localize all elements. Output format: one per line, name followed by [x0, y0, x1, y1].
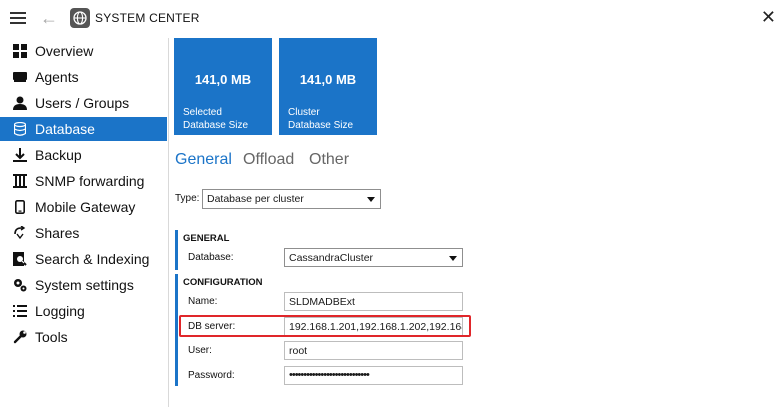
sidebar-item-snmp-forwarding[interactable]: SNMP forwarding — [0, 169, 167, 193]
sidebar-item-mobile-gateway[interactable]: Mobile Gateway — [0, 195, 167, 219]
tile-caption-line2: Database Size — [183, 120, 249, 131]
tab-offload[interactable]: Offload — [243, 151, 294, 169]
sidebar: Overview Agents Users / Groups Database … — [0, 38, 168, 407]
tile-caption-line1: Cluster — [288, 107, 320, 118]
sidebar-item-overview[interactable]: Overview — [0, 39, 167, 63]
sidebar-item-label: Overview — [35, 43, 94, 59]
name-field[interactable]: SLDMADBExt — [284, 292, 463, 311]
configuration-section-title: CONFIGURATION — [183, 277, 263, 288]
sidebar-item-label: Backup — [35, 147, 82, 163]
snmp-icon — [12, 173, 28, 189]
selected-database-size-tile: 141,0 MB Selected Database Size — [174, 38, 272, 135]
user-label: User: — [188, 345, 212, 356]
tile-caption-line1: Selected — [183, 107, 222, 118]
database-label: Database: — [188, 252, 234, 263]
user-icon — [12, 95, 28, 111]
cluster-database-size-tile: 141,0 MB Cluster Database Size — [279, 38, 377, 135]
sidebar-item-label: Mobile Gateway — [35, 199, 136, 215]
search-index-icon — [12, 251, 28, 267]
chevron-down-icon — [367, 197, 375, 202]
tile-caption: Cluster Database Size — [288, 106, 353, 132]
agent-icon — [12, 69, 28, 85]
tile-caption-line2: Database Size — [288, 120, 354, 131]
tile-value: 141,0 MB — [299, 72, 357, 87]
mobile-icon — [12, 199, 28, 215]
password-field[interactable]: •••••••••••••••••••••••••••• — [284, 366, 463, 385]
sidebar-item-backup[interactable]: Backup — [0, 143, 167, 167]
database-icon — [12, 121, 28, 137]
sidebar-divider — [168, 38, 169, 407]
title-bar: ← SYSTEM CENTER ✕ — [0, 0, 782, 36]
sidebar-item-agents[interactable]: Agents — [0, 65, 167, 89]
type-label: Type: — [175, 193, 200, 204]
sidebar-item-label: Logging — [35, 303, 85, 319]
sidebar-item-label: Agents — [35, 69, 79, 85]
name-label: Name: — [188, 296, 218, 307]
download-icon — [12, 147, 28, 163]
tab-other[interactable]: Other — [309, 151, 349, 169]
globe-logo-icon — [70, 8, 90, 28]
type-dropdown-value: Database per cluster — [207, 193, 304, 205]
sidebar-item-users-groups[interactable]: Users / Groups — [0, 91, 167, 115]
sidebar-item-search-indexing[interactable]: Search & Indexing — [0, 247, 167, 271]
general-section-bar — [175, 230, 178, 270]
sidebar-item-label: Users / Groups — [35, 95, 130, 111]
sidebar-item-label: Tools — [35, 329, 68, 345]
sidebar-item-system-settings[interactable]: System settings — [0, 273, 167, 297]
back-arrow-icon[interactable]: ← — [40, 8, 58, 28]
sidebar-item-label: Database — [35, 121, 95, 137]
app-title: SYSTEM CENTER — [95, 11, 200, 25]
configuration-section-bar — [175, 274, 178, 386]
tile-caption: Selected Database Size — [183, 106, 248, 132]
password-label: Password: — [188, 370, 235, 381]
sidebar-item-label: SNMP forwarding — [35, 173, 145, 189]
wrench-icon — [12, 329, 28, 345]
general-section-title: GENERAL — [183, 233, 230, 244]
tile-value: 141,0 MB — [194, 72, 252, 87]
close-icon[interactable]: ✕ — [761, 7, 776, 27]
sidebar-item-logging[interactable]: Logging — [0, 299, 167, 323]
chevron-down-icon — [449, 256, 457, 261]
sidebar-item-label: Search & Indexing — [35, 251, 150, 267]
tab-general[interactable]: General — [175, 151, 232, 169]
user-field[interactable]: root — [284, 341, 463, 360]
settings-icon — [12, 277, 28, 293]
share-icon — [12, 225, 28, 241]
sidebar-item-shares[interactable]: Shares — [0, 221, 167, 245]
database-dropdown[interactable]: CassandraCluster — [284, 248, 463, 267]
db-server-highlight — [179, 315, 471, 337]
sidebar-item-label: System settings — [35, 277, 134, 293]
sidebar-item-label: Shares — [35, 225, 80, 241]
sidebar-item-tools[interactable]: Tools — [0, 325, 167, 349]
grid-icon — [12, 43, 28, 59]
database-dropdown-value: CassandraCluster — [289, 252, 374, 264]
sidebar-item-database[interactable]: Database — [0, 117, 167, 141]
type-dropdown[interactable]: Database per cluster — [202, 189, 381, 209]
hamburger-menu-icon[interactable] — [10, 12, 26, 24]
list-icon — [12, 303, 28, 319]
